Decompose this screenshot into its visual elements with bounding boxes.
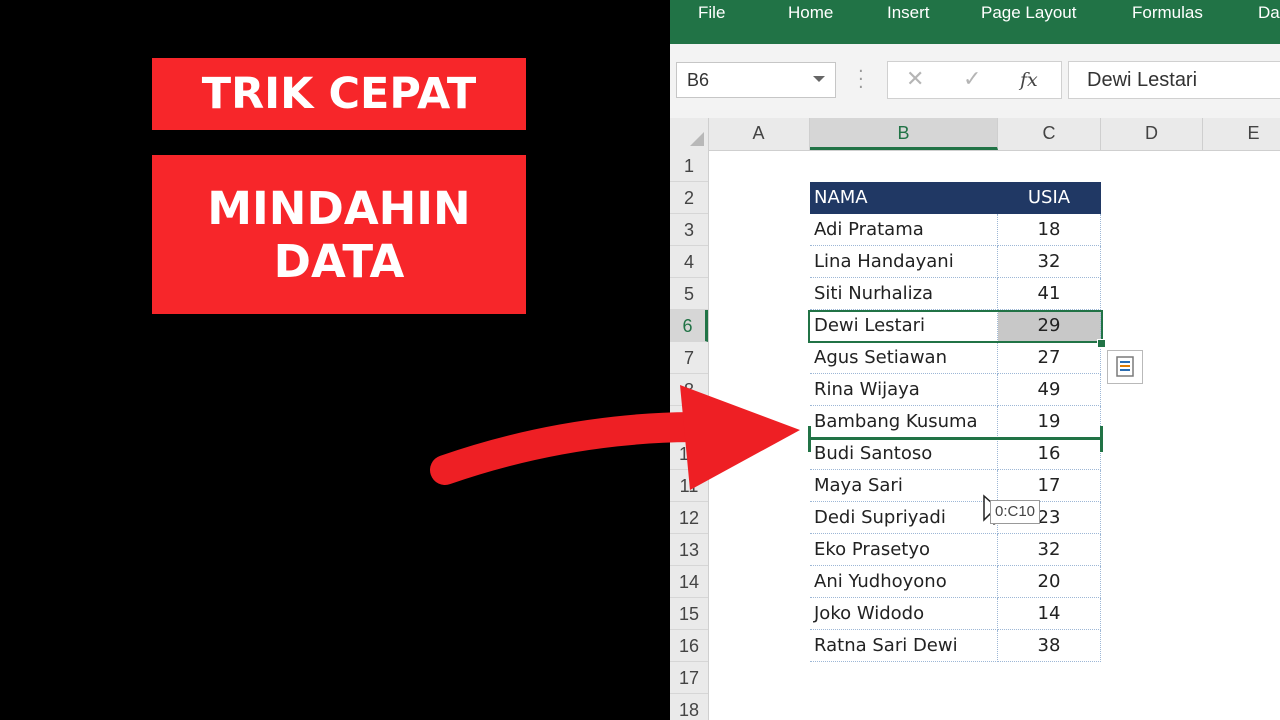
red-arrow-overlay bbox=[430, 385, 800, 490]
